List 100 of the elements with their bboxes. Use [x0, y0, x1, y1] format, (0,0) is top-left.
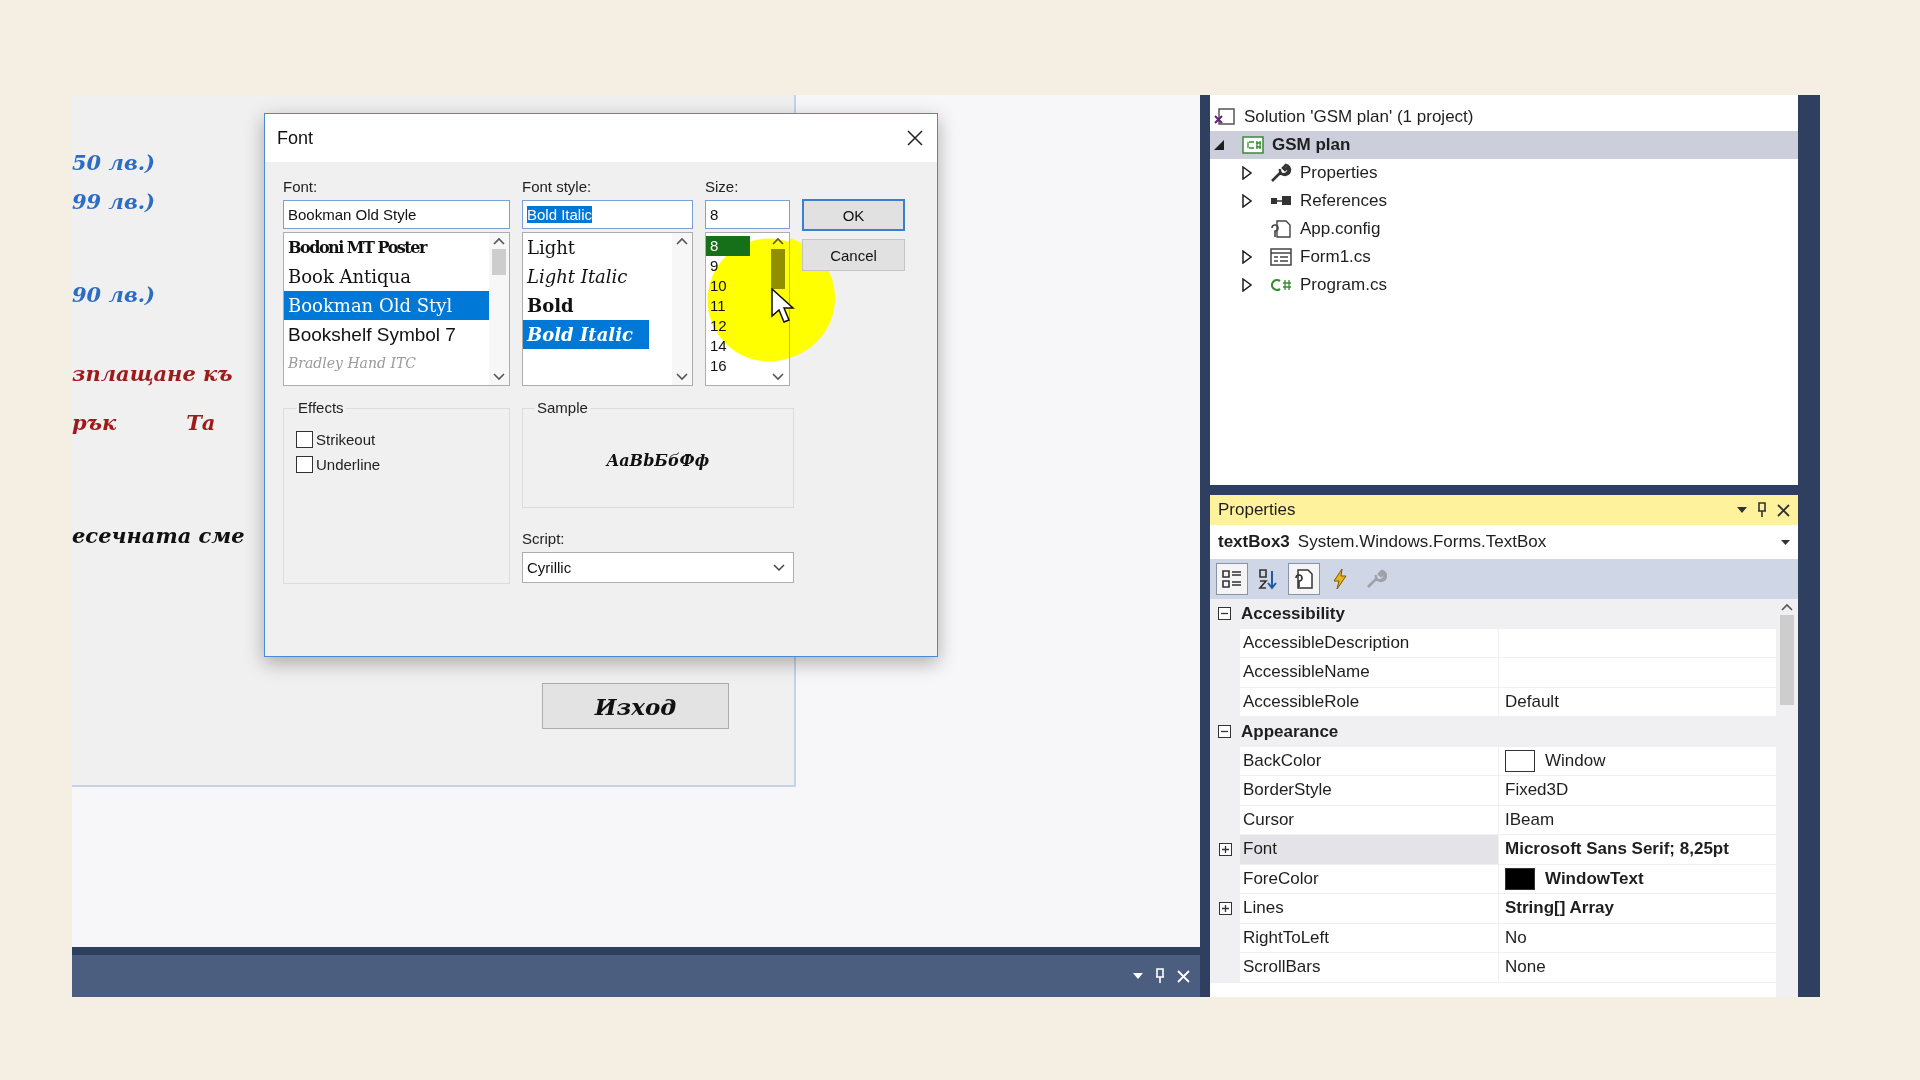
- property-name[interactable]: Font: [1240, 835, 1499, 865]
- wrench-icon: [1365, 568, 1387, 590]
- sample-text: AaBbБбФф: [606, 451, 710, 470]
- font-size-field[interactable]: 8: [705, 200, 790, 229]
- font-list-item[interactable]: Bodoni MT Poster: [284, 233, 489, 262]
- dropdown-icon[interactable]: [1133, 973, 1143, 979]
- pin-icon[interactable]: [1757, 502, 1767, 518]
- font-size-item[interactable]: 10: [706, 276, 767, 296]
- sort-icon: [1257, 568, 1279, 590]
- font-list-item[interactable]: Bookman Old Styl: [284, 291, 489, 320]
- form-label: 50 лв.): [72, 150, 155, 175]
- font-style-item[interactable]: Bold Italic: [523, 320, 649, 349]
- font-size-item[interactable]: 11: [706, 296, 767, 316]
- property-value[interactable]: Fixed3D: [1499, 776, 1776, 806]
- scroll-thumb[interactable]: [1780, 615, 1794, 705]
- collapsed-arrow-icon[interactable]: [1242, 194, 1252, 208]
- property-value[interactable]: String[] Array: [1499, 894, 1776, 924]
- tree-item[interactable]: Solution 'GSM plan' (1 project): [1210, 103, 1798, 131]
- form-label: рък: [72, 410, 117, 435]
- group-title: Effects: [296, 399, 346, 416]
- expand-icon[interactable]: [1218, 902, 1232, 916]
- expanded-arrow-icon[interactable]: [1214, 140, 1224, 150]
- expand-icon[interactable]: [1218, 843, 1232, 857]
- collapsed-arrow-icon[interactable]: [1242, 250, 1252, 264]
- dropdown-icon[interactable]: [1737, 507, 1747, 513]
- property-value[interactable]: Microsoft Sans Serif; 8,25pt: [1499, 835, 1776, 865]
- chevron-down-icon: [773, 563, 785, 572]
- scroll-up-icon[interactable]: [772, 237, 784, 245]
- property-name[interactable]: BorderStyle: [1240, 776, 1499, 806]
- toolbar-button[interactable]: [1288, 563, 1320, 595]
- property-name[interactable]: AccessibleDescription: [1240, 628, 1499, 658]
- property-name[interactable]: RightToLeft: [1240, 923, 1499, 953]
- property-name[interactable]: ForeColor: [1240, 864, 1499, 894]
- tree-item[interactable]: GSM plan: [1210, 131, 1798, 159]
- font-style-item[interactable]: Light: [523, 233, 592, 262]
- exit-button[interactable]: Изход: [542, 683, 729, 729]
- property-name[interactable]: Lines: [1240, 894, 1499, 924]
- close-icon[interactable]: [907, 130, 923, 146]
- property-value[interactable]: No: [1499, 923, 1776, 953]
- font-size-item[interactable]: 14: [706, 336, 767, 356]
- form-label: Та: [186, 410, 216, 435]
- collapsed-arrow-icon[interactable]: [1242, 278, 1252, 292]
- scroll-up-icon[interactable]: [493, 237, 505, 245]
- script-dropdown[interactable]: Cyrillic: [522, 552, 794, 583]
- dialog-button[interactable]: Cancel: [802, 239, 905, 271]
- scroll-thumb[interactable]: [771, 249, 785, 289]
- field-label: Size:: [705, 178, 740, 195]
- object-selector[interactable]: textBox3 System.Windows.Forms.TextBox: [1210, 525, 1798, 559]
- field-label: Font style:: [522, 178, 593, 195]
- tree-item[interactable]: App.config: [1210, 215, 1798, 243]
- font-style-field[interactable]: Bold Italic: [522, 200, 693, 229]
- property-value[interactable]: IBeam: [1499, 805, 1776, 835]
- category-row[interactable]: Accessibility: [1210, 599, 1776, 629]
- property-value[interactable]: None: [1499, 953, 1776, 983]
- field-label: Font:: [283, 178, 319, 195]
- scroll-thumb[interactable]: [492, 249, 506, 275]
- group-title: Sample: [535, 399, 590, 416]
- property-value[interactable]: Window: [1499, 746, 1776, 776]
- effect-checkbox[interactable]: Strikeout: [296, 431, 497, 448]
- tree-item[interactable]: Properties: [1210, 159, 1798, 187]
- property-name[interactable]: AccessibleName: [1240, 658, 1499, 688]
- scroll-up-icon[interactable]: [676, 237, 688, 245]
- scroll-down-icon[interactable]: [676, 373, 688, 381]
- font-size-item[interactable]: 9: [706, 256, 767, 276]
- checkbox[interactable]: [296, 431, 313, 448]
- checkbox[interactable]: [296, 456, 313, 473]
- dialog-button[interactable]: OK: [802, 199, 905, 231]
- field-label: Script:: [522, 530, 566, 547]
- category-row[interactable]: Appearance: [1210, 717, 1776, 747]
- property-value[interactable]: Default: [1499, 687, 1776, 717]
- font-style-list[interactable]: Light Light Italic Bold Bold Italic: [522, 232, 693, 386]
- property-name[interactable]: AccessibleRole: [1240, 687, 1499, 717]
- form-label: зплащане къ: [72, 361, 233, 386]
- font-size-item[interactable]: 8: [706, 236, 750, 256]
- font-name-field[interactable]: Bookman Old Style: [283, 200, 510, 229]
- form-label: 90 лв.): [72, 282, 155, 307]
- property-name[interactable]: BackColor: [1240, 746, 1499, 776]
- mouse-pointer-icon: [771, 288, 795, 324]
- collapsed-arrow-icon[interactable]: [1242, 166, 1252, 180]
- font-list-item[interactable]: Book Antiqua: [284, 262, 489, 291]
- tree-item[interactable]: References: [1210, 187, 1798, 215]
- property-name[interactable]: ScrollBars: [1240, 953, 1499, 983]
- scroll-down-icon[interactable]: [493, 373, 505, 381]
- form-label: 99 лв.): [72, 189, 155, 214]
- solution-icon: [1214, 107, 1236, 127]
- scroll-down-icon[interactable]: [772, 373, 784, 381]
- font-size-item[interactable]: 16: [706, 356, 767, 376]
- font-list[interactable]: Bodoni MT Poster Book Antiqua Bookman Old Styl Bookshelf Symbol 7 Bradley Hand ITC: [283, 232, 510, 386]
- form-label: есечната сме: [72, 523, 245, 548]
- close-icon[interactable]: [1777, 503, 1790, 517]
- font-style-item[interactable]: Bold: [523, 291, 590, 320]
- font-style-item[interactable]: Light Italic: [523, 262, 644, 291]
- tree-item[interactable]: Program.cs: [1210, 271, 1798, 299]
- property-value[interactable]: WindowText: [1499, 864, 1776, 894]
- effect-checkbox[interactable]: Underline: [296, 456, 497, 473]
- scroll-up-icon[interactable]: [1781, 603, 1793, 611]
- tree-item[interactable]: Form1.cs: [1210, 243, 1798, 271]
- toolbar-button[interactable]: [1216, 563, 1248, 595]
- font-list-item[interactable]: Bookshelf Symbol 7: [284, 320, 489, 349]
- property-name[interactable]: Cursor: [1240, 805, 1499, 835]
